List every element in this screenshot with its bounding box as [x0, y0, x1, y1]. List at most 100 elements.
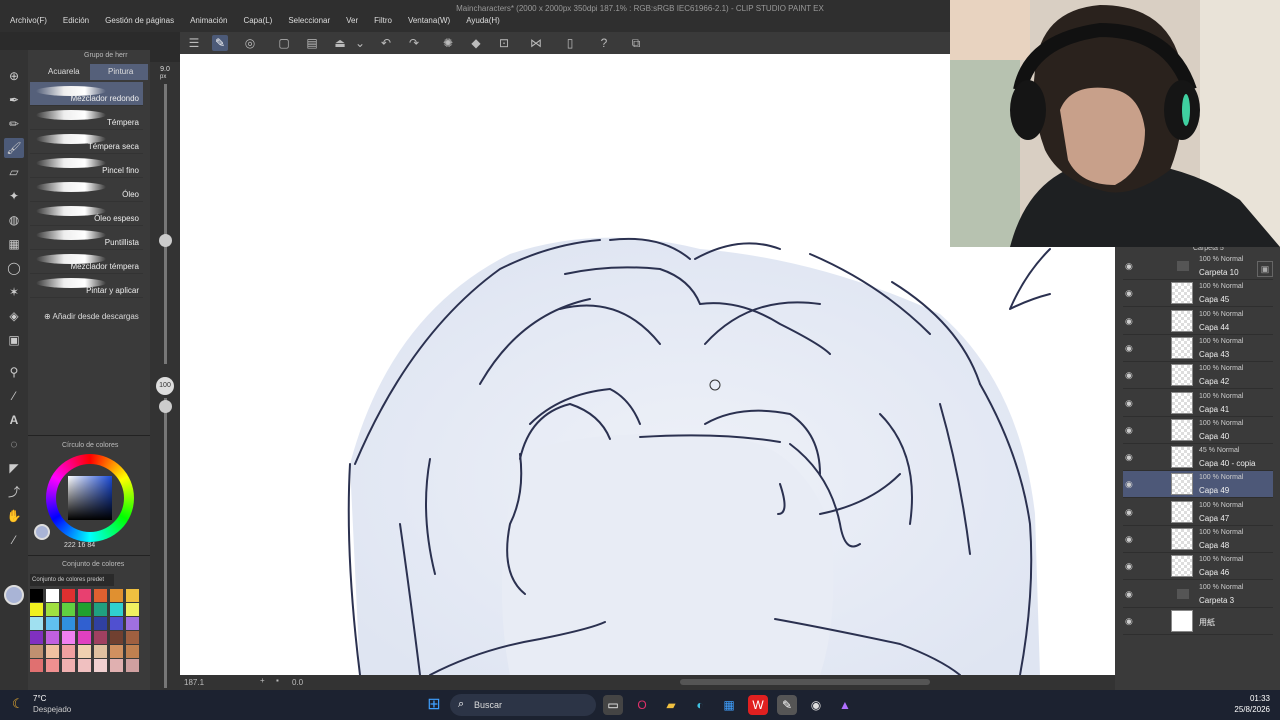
color-swatch[interactable]: [94, 645, 107, 658]
brush-item[interactable]: Puntillista: [30, 226, 143, 250]
help-icon[interactable]: ?: [596, 35, 612, 51]
store-icon[interactable]: ▦: [719, 695, 739, 715]
clock-date[interactable]: 25/8/2026: [1210, 705, 1270, 714]
zoom-level[interactable]: 187.1: [184, 678, 204, 687]
brush-tool-icon[interactable]: 🖌: [4, 138, 24, 158]
brush-item[interactable]: Óleo espeso: [30, 202, 143, 226]
current-color-swatch[interactable]: [34, 524, 50, 540]
color-swatch[interactable]: [30, 589, 43, 602]
color-swatch[interactable]: [78, 603, 91, 616]
color-swatch[interactable]: [62, 589, 75, 602]
hamburger-menu-icon[interactable]: ☰: [186, 35, 202, 51]
menu-animacion[interactable]: Animación: [180, 14, 233, 32]
pen-mode-icon[interactable]: ✎: [212, 35, 228, 51]
color-swatch[interactable]: [30, 617, 43, 630]
clip-studio-icon[interactable]: ✎: [777, 695, 797, 715]
chevron-down-icon[interactable]: ⌄: [352, 35, 368, 51]
tab-pintura-espesa[interactable]: Pintura espe: [90, 64, 148, 92]
pen-tool-icon[interactable]: ✒: [4, 90, 24, 110]
flip-icon[interactable]: ⋈: [528, 35, 544, 51]
color-swatch[interactable]: [62, 631, 75, 644]
color-swatch[interactable]: [126, 617, 139, 630]
color-swatch[interactable]: [46, 589, 59, 602]
layer-row[interactable]: ◉ 100 % Normal Capa 44: [1123, 308, 1273, 335]
correct-line-icon[interactable]: ⤴: [4, 482, 24, 502]
menu-filtro[interactable]: Filtro: [364, 14, 398, 32]
eye-icon[interactable]: ◉: [1125, 316, 1135, 326]
eraser-tool-icon[interactable]: ▱: [4, 162, 24, 182]
layer-row[interactable]: ◉ 100 % Normal Capa 41: [1123, 390, 1273, 417]
eye-icon[interactable]: ◉: [1125, 561, 1135, 571]
eye-icon[interactable]: ◉: [1125, 288, 1135, 298]
layer-row[interactable]: ◉ 100 % Normal Capa 40: [1123, 417, 1273, 444]
undo-icon[interactable]: ↶: [378, 35, 394, 51]
text-tool-icon[interactable]: A: [4, 410, 24, 430]
layer-property-icon[interactable]: ▣: [1257, 261, 1273, 277]
menu-gestion-paginas[interactable]: Gestión de páginas: [95, 14, 180, 32]
line-tool-icon[interactable]: ◤: [4, 458, 24, 478]
layer-row[interactable]: ◉ 100 % Normal Capa 46: [1123, 553, 1273, 581]
new-file-icon[interactable]: ▢: [276, 35, 292, 51]
color-swatch[interactable]: [46, 659, 59, 672]
eye-icon[interactable]: ◉: [1125, 616, 1135, 626]
zoom-in-icon[interactable]: +: [260, 676, 265, 685]
eye-icon[interactable]: ◉: [1125, 425, 1135, 435]
lasso-tool-icon[interactable]: ◯: [4, 258, 24, 278]
layer-row[interactable]: ◉ 100 % Normal Capa 49: [1123, 471, 1273, 499]
color-swatch[interactable]: [30, 603, 43, 616]
color-swatch[interactable]: [46, 645, 59, 658]
eyedropper-tool-icon[interactable]: ⁄: [4, 530, 24, 550]
color-swatch[interactable]: [30, 659, 43, 672]
wps-icon[interactable]: W: [748, 695, 768, 715]
color-swatch[interactable]: [110, 617, 123, 630]
color-swatch[interactable]: [94, 631, 107, 644]
brush-item[interactable]: Mezclador témpera: [30, 250, 143, 274]
tab-acuarela[interactable]: Acuarela: [30, 64, 88, 80]
eye-icon[interactable]: ◉: [1125, 589, 1135, 599]
color-swatch[interactable]: [78, 645, 91, 658]
layer-row[interactable]: ◉ 100 % Normal Capa 47: [1123, 499, 1273, 526]
layer-folder[interactable]: ◉ 100 % Normal Carpeta 10: [1123, 253, 1273, 280]
color-swatch[interactable]: [110, 603, 123, 616]
color-swatch[interactable]: [30, 631, 43, 644]
saturation-square[interactable]: [68, 476, 112, 520]
redo-icon[interactable]: ↷: [406, 35, 422, 51]
color-swatch[interactable]: [78, 631, 91, 644]
color-swatch[interactable]: [94, 617, 107, 630]
layer-row[interactable]: ◉ 45 % Normal Capa 40 - copia: [1123, 444, 1273, 472]
layer-folder[interactable]: ◉ 100 % Normal Carpeta 3: [1123, 581, 1273, 608]
color-swatch[interactable]: [94, 589, 107, 602]
file-explorer-icon[interactable]: ▰: [661, 695, 681, 715]
blend-tool-icon[interactable]: ✦: [4, 186, 24, 206]
menu-seleccionar[interactable]: Seleccionar: [278, 14, 336, 32]
brush-item[interactable]: Pincel fino: [30, 154, 143, 178]
eye-icon[interactable]: ◉: [1125, 507, 1135, 517]
layer-row[interactable]: ◉ 100 % Normal Capa 43: [1123, 335, 1273, 362]
layer-row[interactable]: ◉ 100 % Normal Capa 48: [1123, 526, 1273, 553]
color-swatch[interactable]: [62, 617, 75, 630]
moon-weather-icon[interactable]: ☾: [12, 696, 28, 712]
move-icon[interactable]: ⊕: [4, 66, 24, 86]
hand-tool-icon[interactable]: ✋: [4, 506, 24, 526]
main-color-swatch[interactable]: [4, 585, 24, 605]
layer-row[interactable]: ◉ 100 % Normal Capa 45: [1123, 280, 1273, 308]
eye-icon[interactable]: ◉: [1125, 343, 1135, 353]
menu-edicion[interactable]: Edición: [53, 14, 95, 32]
color-swatch[interactable]: [126, 603, 139, 616]
color-swatch[interactable]: [126, 645, 139, 658]
menu-capa[interactable]: Capa(L): [233, 14, 278, 32]
opera-icon[interactable]: O: [632, 695, 652, 715]
brush-size-handle[interactable]: [159, 234, 172, 247]
brush-item[interactable]: Témpera: [30, 106, 143, 130]
auto-select-icon[interactable]: ✶: [4, 282, 24, 302]
affinity-icon[interactable]: ▲: [835, 695, 855, 715]
add-from-downloads[interactable]: ⊕ Añadir desde descargas: [44, 312, 139, 321]
rotation-angle[interactable]: 0.0: [292, 678, 303, 687]
weather-desc[interactable]: Despejado: [33, 705, 71, 714]
window-icon[interactable]: ⧉: [628, 35, 644, 51]
transform-icon[interactable]: ⊡: [496, 35, 512, 51]
brush-item[interactable]: Pintar y aplicar: [30, 274, 143, 298]
tablet-icon[interactable]: ▯: [562, 35, 578, 51]
layer-row[interactable]: ◉ 100 % Normal Capa 42: [1123, 362, 1273, 390]
menu-ver[interactable]: Ver: [336, 14, 364, 32]
